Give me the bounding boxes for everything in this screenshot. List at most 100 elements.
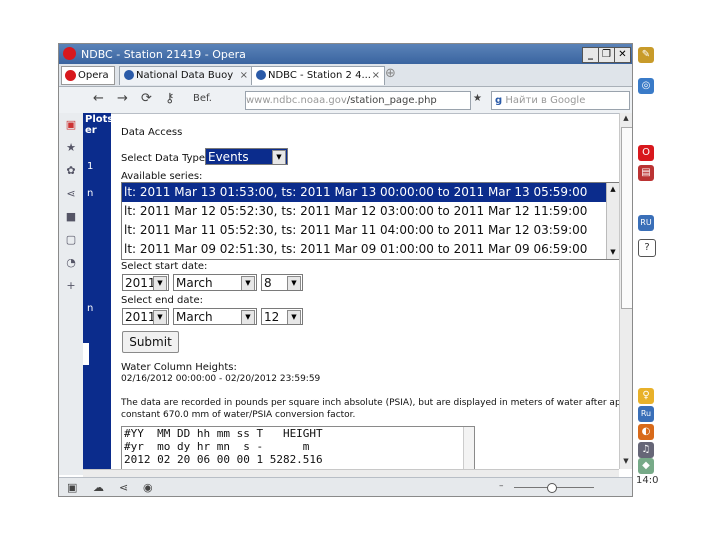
listbox-scrollbar[interactable]: ▲ ▼ (606, 183, 619, 259)
list-item[interactable]: lt: 2011 Mar 09 02:51:30, ts: 2011 Mar 0… (122, 240, 619, 259)
chevron-down-icon: ▼ (241, 310, 255, 324)
tab-label: National Data Buoy (136, 70, 234, 81)
sidebar-mark: 1 (87, 161, 94, 172)
scroll-up-icon[interactable]: ▲ (607, 184, 619, 195)
forward-icon[interactable]: → (117, 91, 128, 106)
search-field[interactable]: g Найти в Google (491, 91, 630, 110)
address-field[interactable]: www.ndbc.noaa.gov/station_page.php (245, 91, 471, 110)
sidebar-text: Plots er (85, 114, 114, 136)
navigation-bar: ← → ⟳ ⚷ Bef. www.ndbc.noaa.gov/station_p… (59, 87, 632, 114)
downloads-icon[interactable]: ▢ (65, 234, 77, 246)
start-month-value: March (176, 276, 213, 290)
start-year-select[interactable]: 2011 ▼ (122, 274, 169, 291)
scrollbar-thumb[interactable] (621, 127, 632, 309)
sidebar-mark: n (87, 188, 94, 199)
app-icon[interactable]: ✎ (638, 47, 654, 63)
zoom-out-icon[interactable]: – (499, 481, 504, 491)
list-item[interactable]: lt: 2011 Mar 11 05:52:30, ts: 2011 Mar 1… (122, 221, 619, 240)
tray-icon[interactable]: ♀ (638, 388, 654, 404)
zoom-slider-knob[interactable] (547, 483, 557, 493)
app-icon[interactable]: ◎ (638, 78, 654, 94)
chevron-down-icon: ▼ (153, 310, 167, 324)
app-icon[interactable]: ▤ (638, 165, 654, 181)
data-type-select[interactable]: Events ▼ (205, 148, 288, 165)
tray-icon[interactable]: ◐ (638, 424, 654, 440)
start-month-select[interactable]: March ▼ (173, 274, 257, 291)
taskbar-tray: ✎ ◎ O ▤ RU ? ♀ Ru ◐ ♫ ◆ (633, 43, 659, 495)
tray-icon[interactable]: ♫ (638, 442, 654, 458)
star-icon[interactable]: ★ (65, 142, 77, 154)
opera-tray-icon[interactable]: O (638, 145, 654, 161)
submit-button[interactable]: Submit (122, 331, 179, 353)
opera-logo-icon (65, 69, 76, 81)
cloud-icon[interactable]: ☁ (93, 481, 104, 494)
page-content: Data Access Select Data Type: Events ▼ A… (121, 113, 619, 469)
end-month-select[interactable]: March ▼ (173, 308, 257, 325)
help-icon[interactable]: ? (638, 239, 656, 257)
back-icon[interactable]: ← (93, 91, 104, 106)
series-listbox[interactable]: lt: 2011 Mar 13 01:53:00, ts: 2011 Mar 1… (121, 182, 619, 260)
url-host: www.ndbc.noaa.gov (246, 95, 347, 106)
notes-icon[interactable]: ■ (65, 211, 77, 223)
panel-toggle-icon[interactable]: ▣ (67, 481, 77, 494)
scroll-up-icon[interactable]: ▲ (621, 114, 631, 124)
sidebar-mark: n (87, 303, 94, 314)
wch-label: Water Column Heights: (121, 362, 237, 373)
tab-close-icon[interactable]: × (372, 67, 380, 85)
opera-menu-button[interactable]: Opera (61, 66, 115, 85)
textbox-scrollbar[interactable] (463, 427, 474, 469)
globe-icon (256, 70, 266, 80)
end-year-select[interactable]: 2011 ▼ (122, 308, 169, 325)
title-bar: NDBC - Station 21419 - Opera _ ❐ ✕ (59, 44, 632, 64)
new-tab-icon[interactable]: ⊕ (385, 66, 396, 81)
bookmark-star-icon[interactable]: ★ (473, 93, 482, 104)
note-line-2: constant 670.0 mm of water/PSIA conversi… (121, 410, 356, 420)
start-date-label: Select start date: (121, 261, 208, 272)
data-type-label: Select Data Type: (121, 153, 209, 164)
data-line: #YY MM DD hh mm ss T HEIGHT (124, 427, 323, 440)
end-month-value: March (176, 310, 213, 324)
security-badge[interactable]: Bef. (193, 93, 212, 104)
list-item[interactable]: lt: 2011 Mar 13 01:53:00, ts: 2011 Mar 1… (122, 183, 619, 202)
data-line: #yr mo dy hr mn s - m (124, 440, 310, 453)
opera-menu-label: Opera (78, 70, 109, 81)
history-icon[interactable]: ◔ (65, 257, 77, 269)
globe-icon (124, 70, 134, 80)
end-day-value: 12 (264, 310, 280, 324)
tab-ndbc-station[interactable]: NDBC - Station 2 4... × (251, 66, 385, 85)
scroll-down-icon[interactable]: ▼ (607, 247, 619, 258)
tab-national-data-buoy[interactable]: National Data Buoy × (119, 66, 253, 85)
url-path: /station_page.php (346, 95, 437, 106)
maximize-button[interactable]: ❐ (598, 47, 615, 63)
data-textbox[interactable]: #YY MM DD hh mm ss T HEIGHT #yr mo dy hr… (121, 426, 475, 469)
tab-close-icon[interactable]: × (240, 67, 248, 85)
chevron-down-icon: ▼ (241, 276, 255, 290)
list-item[interactable]: lt: 2011 Mar 12 05:52:30, ts: 2011 Mar 1… (122, 202, 619, 221)
site-sidebar: Plots er 1 n n (83, 113, 114, 469)
tray-icon[interactable]: ◆ (638, 458, 654, 474)
share-icon[interactable]: ⋖ (65, 188, 77, 200)
gear-icon[interactable]: ✿ (65, 165, 77, 177)
page-scrollbar[interactable]: ▲ ▼ (619, 113, 632, 469)
status-bar: ▣ ☁ ⋖ ◉ – (59, 477, 632, 496)
language-icon[interactable]: Ru (638, 406, 654, 422)
data-line: 2012 02 20 06 00 00 1 5282.516 (124, 453, 323, 466)
chevron-down-icon: ▼ (287, 310, 301, 324)
bookmarks-icon[interactable]: ▣ (65, 119, 77, 131)
tab-label: NDBC - Station 2 4... (268, 70, 371, 81)
search-placeholder: Найти в Google (505, 95, 586, 106)
end-day-select[interactable]: 12 ▼ (261, 308, 303, 325)
note-line-1: The data are recorded in pounds per squa… (121, 398, 619, 408)
opera-logo-icon (63, 47, 76, 60)
reload-icon[interactable]: ⟳ (141, 91, 152, 106)
scroll-down-icon[interactable]: ▼ (621, 457, 631, 467)
share-icon[interactable]: ⋖ (119, 481, 128, 494)
unite-icon[interactable]: ◉ (143, 481, 153, 494)
language-icon[interactable]: RU (638, 215, 654, 231)
start-year-value: 2011 (125, 276, 156, 290)
close-button[interactable]: ✕ (614, 47, 631, 63)
key-icon[interactable]: ⚷ (165, 91, 175, 106)
add-panel-icon[interactable]: + (65, 280, 77, 292)
start-day-select[interactable]: 8 ▼ (261, 274, 303, 291)
minimize-button[interactable]: _ (582, 47, 599, 63)
